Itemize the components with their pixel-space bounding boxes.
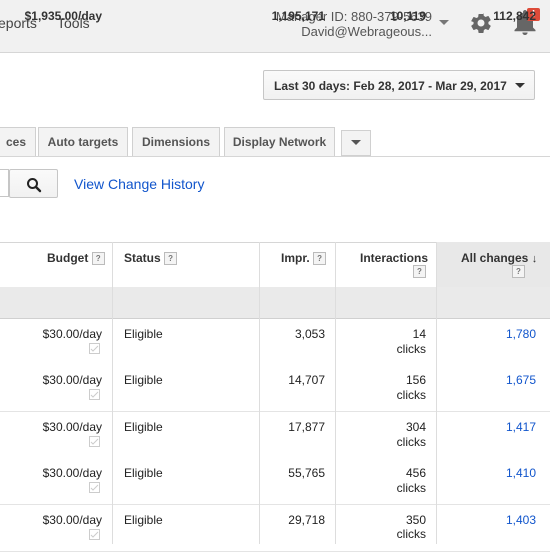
row-interactions-unit: clicks bbox=[396, 435, 426, 449]
search-button[interactable] bbox=[9, 169, 58, 198]
chevron-down-icon bbox=[351, 139, 361, 145]
header-budget[interactable]: Budget ? bbox=[47, 251, 105, 266]
tab-display-network[interactable]: Display Network bbox=[224, 127, 335, 156]
header-interactions[interactable]: Interactions bbox=[360, 251, 428, 265]
header-status[interactable]: Status ? bbox=[124, 251, 178, 266]
edit-budget-icon[interactable] bbox=[89, 436, 100, 447]
row-budget: $30.00/day bbox=[42, 373, 102, 387]
row-status: Eligible bbox=[124, 373, 163, 387]
tab-more-dropdown[interactable] bbox=[341, 130, 371, 156]
column-divider bbox=[335, 242, 336, 544]
row-budget: $30.00/day bbox=[42, 466, 102, 480]
row-all-changes-link[interactable]: 1,780 bbox=[506, 327, 536, 341]
edit-budget-icon[interactable] bbox=[89, 529, 100, 540]
header-interactions-label: Interactions bbox=[360, 251, 429, 265]
row-status: Eligible bbox=[124, 327, 163, 341]
total-interactions: 10,119 bbox=[389, 9, 426, 23]
totals-row bbox=[0, 287, 550, 319]
row-interactions: 350 bbox=[405, 513, 426, 527]
date-range-label: Last 30 days: Feb 28, 2017 - Mar 29, 201… bbox=[274, 79, 507, 93]
tab-auto-targets[interactable]: Auto targets bbox=[38, 127, 128, 156]
row-interactions-unit: clicks bbox=[396, 481, 426, 495]
chevron-down-icon bbox=[515, 83, 525, 88]
help-icon[interactable]: ? bbox=[313, 252, 327, 266]
help-icon[interactable]: ? bbox=[91, 252, 105, 266]
help-icon[interactable]: ? bbox=[512, 265, 525, 278]
top-navigation-bar: eports Tools Manager ID: 880-379-5639 Da… bbox=[0, 0, 550, 53]
row-budget: $30.00/day bbox=[42, 327, 102, 341]
date-range-selector[interactable]: Last 30 days: Feb 28, 2017 - Mar 29, 201… bbox=[263, 70, 535, 100]
search-icon bbox=[27, 178, 42, 193]
edit-budget-icon[interactable] bbox=[89, 389, 100, 400]
help-icon[interactable]: ? bbox=[164, 252, 178, 266]
row-impr: 55,765 bbox=[288, 466, 325, 480]
row-interactions-unit: clicks bbox=[396, 388, 426, 402]
help-icon[interactable]: ? bbox=[413, 265, 426, 278]
column-divider bbox=[436, 242, 437, 544]
column-divider bbox=[259, 242, 260, 544]
row-budget: $30.00/day bbox=[42, 420, 102, 434]
header-all-changes-label: All changes bbox=[461, 251, 529, 265]
row-interactions: 14 bbox=[412, 327, 426, 341]
search-input[interactable] bbox=[0, 169, 9, 197]
edit-budget-icon[interactable] bbox=[89, 482, 100, 493]
row-status: Eligible bbox=[124, 420, 163, 434]
total-all-changes: 112,842 bbox=[493, 9, 536, 23]
row-all-changes-link[interactable]: 1,403 bbox=[506, 513, 536, 527]
tab-audiences[interactable]: ces bbox=[0, 127, 36, 156]
tab-dimensions[interactable]: Dimensions bbox=[132, 127, 220, 156]
header-budget-label: Budget bbox=[47, 251, 89, 265]
row-status: Eligible bbox=[124, 513, 163, 527]
row-interactions-unit: clicks bbox=[396, 527, 426, 541]
row-impr: 17,877 bbox=[288, 420, 325, 434]
gear-icon[interactable] bbox=[469, 11, 493, 35]
row-budget: $30.00/day bbox=[42, 513, 102, 527]
header-impr-label: Impr. bbox=[281, 251, 310, 265]
column-divider bbox=[112, 242, 113, 544]
view-change-history-link[interactable]: View Change History bbox=[74, 176, 204, 192]
row-impr: 14,707 bbox=[288, 373, 325, 387]
row-interactions: 304 bbox=[405, 420, 426, 434]
row-all-changes-link[interactable]: 1,417 bbox=[506, 420, 536, 434]
account-email: David@Webrageous... bbox=[301, 24, 432, 39]
account-chevron-down-icon[interactable] bbox=[439, 20, 449, 25]
sort-descending-icon: ↓ bbox=[531, 253, 538, 265]
row-interactions: 156 bbox=[405, 373, 426, 387]
row-all-changes-link[interactable]: 1,410 bbox=[506, 466, 536, 480]
row-status: Eligible bbox=[124, 466, 163, 480]
tabs-divider bbox=[0, 156, 550, 157]
row-all-changes-link[interactable]: 1,675 bbox=[506, 373, 536, 387]
edit-budget-icon[interactable] bbox=[89, 343, 100, 354]
header-status-label: Status bbox=[124, 251, 161, 265]
header-impr[interactable]: Impr. ? bbox=[281, 251, 327, 266]
header-all-changes[interactable]: All changes ↓ bbox=[461, 251, 537, 265]
row-interactions-unit: clicks bbox=[396, 342, 426, 356]
row-impr: 29,718 bbox=[288, 513, 325, 527]
total-budget: $1,935.00/day bbox=[24, 9, 102, 23]
row-impr: 3,053 bbox=[294, 327, 325, 341]
total-impr: 1,195,171 bbox=[271, 9, 325, 23]
row-interactions: 456 bbox=[405, 466, 426, 480]
